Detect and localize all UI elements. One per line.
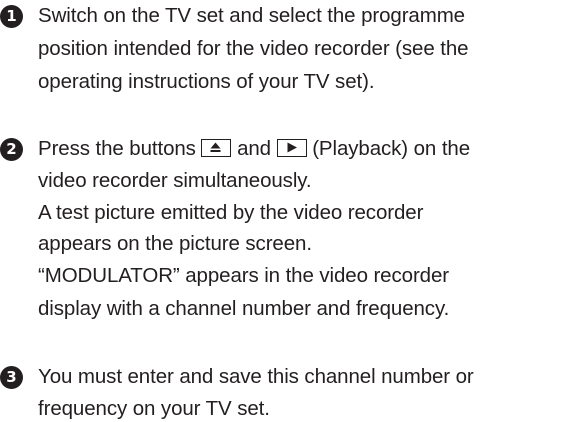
play-button-icon [276,139,307,157]
step-1-number-badge: 1 [0,5,23,28]
eject-button-icon [201,139,232,157]
step-2-line-6: display with a channel number and freque… [38,297,450,320]
step-1-line-2: position intended for the video recorder… [38,37,469,60]
step-2-line-1-middle: and [237,137,271,160]
step-2-line-1: Press the buttons and (Playback) on the [38,136,470,162]
step-3-line-2: frequency on your TV set. [38,397,270,420]
step-1-line-1: Switch on the TV set and select the prog… [38,4,465,27]
step-2-line-1-suffix: (Playback) on the [312,137,471,160]
step-2-line-4: appears on the picture screen. [38,232,312,255]
step-2-line-3: A test picture emitted by the video reco… [38,201,424,224]
step-2-line-5: “MODULATOR” appears in the video recorde… [38,264,449,287]
step-3-number-badge: 3 [0,366,23,389]
step-2-line-1-prefix: Press the buttons [38,137,196,160]
step-2-line-2: video recorder simultaneously. [38,169,312,192]
step-1-line-3: operating instructions of your TV set). [38,70,375,93]
step-2-number-badge: 2 [0,138,23,161]
step-3-line-1: You must enter and save this channel num… [38,365,474,388]
